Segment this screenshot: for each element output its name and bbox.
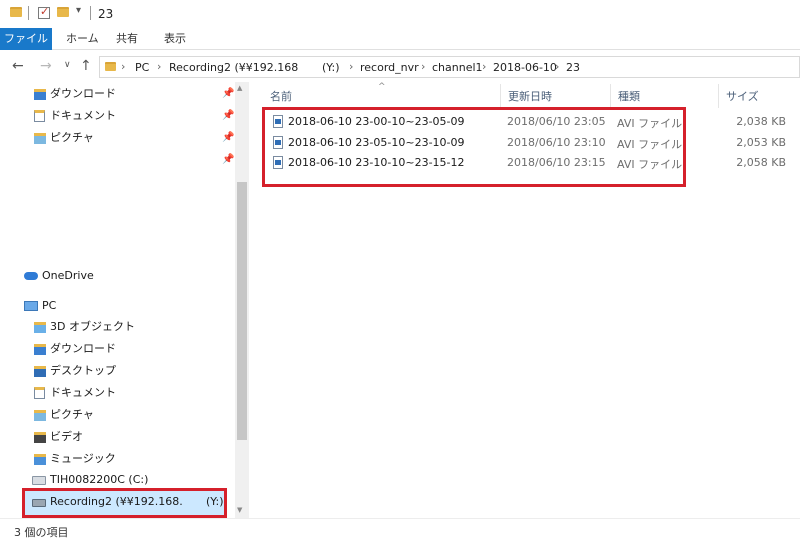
nav-item-label: TIH0082200C (C:) bbox=[50, 473, 149, 486]
highlight-box-network-drive bbox=[22, 488, 227, 518]
breadcrumb-record-nvr[interactable]: record_nvr bbox=[360, 61, 419, 74]
navigation-pane: ダウンロード ドキュメント ピクチャ 📌 📌 📌 📌 OneDrive PC 3… bbox=[0, 82, 250, 518]
breadcrumb-pc[interactable]: PC bbox=[135, 61, 149, 74]
tab-view[interactable]: 表示 bbox=[154, 28, 196, 50]
music-icon bbox=[34, 454, 46, 465]
folder-icon bbox=[10, 7, 22, 17]
recent-locations-icon[interactable]: ∨ bbox=[64, 60, 71, 70]
up-arrow-icon[interactable]: ↑ bbox=[80, 58, 92, 74]
3d-objects-icon bbox=[34, 322, 46, 333]
breadcrumb-separator: › bbox=[482, 60, 487, 73]
nav-item-label: ダウンロード bbox=[50, 342, 116, 355]
column-header-size[interactable]: サイズ bbox=[726, 88, 759, 104]
nav-item-label: ドキュメント bbox=[50, 386, 116, 399]
breadcrumb-separator: › bbox=[121, 60, 126, 73]
column-divider[interactable] bbox=[610, 84, 611, 108]
sort-ascending-icon: ^ bbox=[378, 82, 386, 92]
nav-item-label: ミュージック bbox=[50, 452, 116, 465]
documents-icon bbox=[34, 110, 45, 122]
status-bar: 3 個の項目 bbox=[0, 518, 800, 540]
breadcrumb-recording2[interactable]: Recording2 (¥¥192.168 bbox=[169, 61, 298, 74]
pin-icon[interactable]: 📌 bbox=[222, 132, 234, 143]
scroll-down-icon[interactable]: ▼ bbox=[237, 506, 242, 514]
nav-item-label: ダウンロード bbox=[50, 87, 116, 100]
nav-item-label: ピクチャ bbox=[50, 131, 94, 144]
documents-icon bbox=[34, 387, 45, 399]
tab-share[interactable]: 共有 bbox=[106, 28, 148, 50]
ribbon: ファイル ホーム 共有 表示 bbox=[0, 28, 800, 50]
file-size: 2,038 KB bbox=[736, 115, 786, 128]
breadcrumb-date[interactable]: 2018-06-10 bbox=[493, 61, 557, 74]
new-folder-icon[interactable] bbox=[57, 7, 69, 17]
tab-file[interactable]: ファイル bbox=[0, 28, 52, 50]
nav-pane-scrollbar[interactable]: ▲ ▼ bbox=[235, 82, 249, 518]
highlight-box-file-list bbox=[262, 107, 686, 187]
scroll-up-icon[interactable]: ▲ bbox=[237, 84, 242, 92]
nav-item-label: ピクチャ bbox=[50, 408, 94, 421]
properties-icon[interactable] bbox=[38, 5, 50, 19]
column-divider[interactable] bbox=[500, 84, 501, 108]
pin-icon[interactable]: 📌 bbox=[222, 88, 234, 99]
onedrive-icon bbox=[24, 272, 38, 280]
local-drive-icon bbox=[32, 476, 46, 485]
item-count: 3 個の項目 bbox=[14, 526, 69, 539]
desktop-icon bbox=[34, 366, 46, 377]
title-bar: ▾ 23 bbox=[0, 0, 800, 28]
column-divider[interactable] bbox=[718, 84, 719, 108]
nav-item-label: ビデオ bbox=[50, 430, 83, 443]
divider bbox=[90, 6, 91, 20]
breadcrumb-current[interactable]: 23 bbox=[566, 61, 580, 74]
scrollbar-thumb[interactable] bbox=[237, 182, 247, 440]
file-size: 2,058 KB bbox=[736, 156, 786, 169]
pictures-icon bbox=[34, 410, 46, 421]
nav-item-label: デスクトップ bbox=[50, 364, 116, 377]
customize-quick-access-icon[interactable]: ▾ bbox=[76, 5, 81, 16]
breadcrumb-separator: › bbox=[349, 60, 354, 73]
nav-item-label: 3D オブジェクト bbox=[50, 320, 135, 333]
column-header-date[interactable]: 更新日時 bbox=[508, 88, 552, 104]
breadcrumb-drive-letter[interactable]: (Y:) bbox=[322, 61, 340, 74]
navigation-bar: ← → ∨ ↑ › PC › Recording2 (¥¥192.168 (Y:… bbox=[0, 52, 800, 80]
column-header-name[interactable]: 名前 bbox=[270, 88, 292, 104]
nav-item-label: ドキュメント bbox=[50, 109, 116, 122]
pin-icon[interactable]: 📌 bbox=[222, 154, 234, 165]
pc-icon bbox=[24, 301, 38, 311]
downloads-icon bbox=[34, 344, 46, 355]
breadcrumb-separator: › bbox=[421, 60, 426, 73]
window-title: 23 bbox=[98, 7, 114, 21]
divider bbox=[28, 6, 29, 20]
breadcrumb-channel1[interactable]: channel1 bbox=[432, 61, 483, 74]
pictures-icon bbox=[34, 133, 46, 144]
address-bar[interactable]: › PC › Recording2 (¥¥192.168 (Y:) › reco… bbox=[99, 56, 800, 78]
nav-item-label: OneDrive bbox=[42, 269, 94, 282]
downloads-icon bbox=[34, 89, 46, 100]
forward-arrow-icon[interactable]: → bbox=[40, 58, 52, 74]
file-size: 2,053 KB bbox=[736, 136, 786, 149]
column-header-type[interactable]: 種類 bbox=[618, 88, 640, 104]
nav-item-label: PC bbox=[42, 299, 57, 312]
tab-home[interactable]: ホーム bbox=[56, 28, 109, 50]
folder-icon bbox=[105, 62, 116, 71]
breadcrumb-separator: › bbox=[555, 60, 560, 73]
back-arrow-icon[interactable]: ← bbox=[12, 58, 24, 74]
breadcrumb-separator: › bbox=[157, 60, 162, 73]
videos-icon bbox=[34, 432, 46, 443]
pin-icon[interactable]: 📌 bbox=[222, 110, 234, 121]
